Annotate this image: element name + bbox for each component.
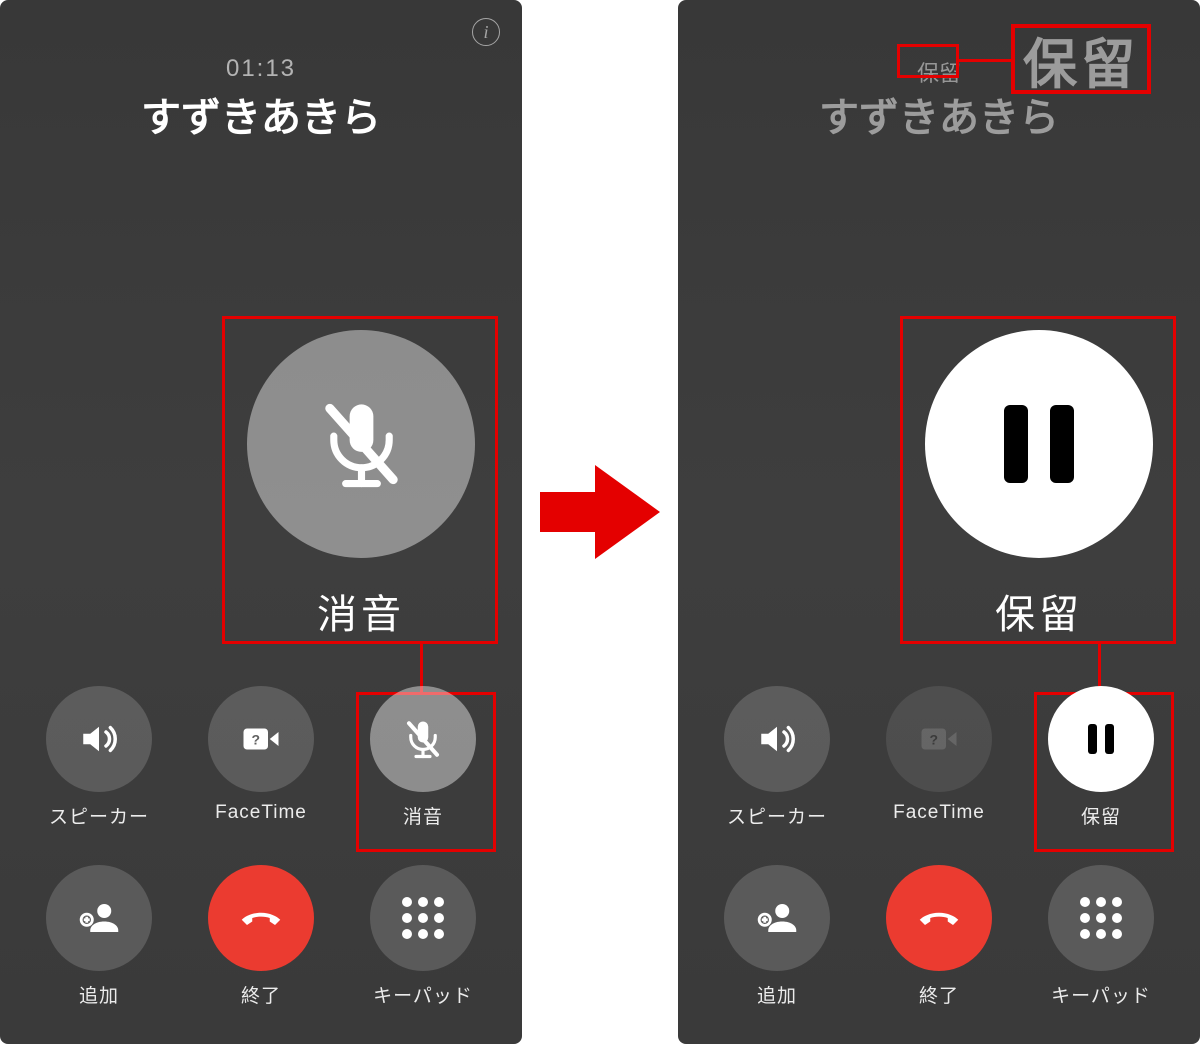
svg-text:?: ? [251,731,260,747]
pause-icon [1004,405,1074,483]
add-label: 追加 [79,981,119,1008]
speaker-label: スピーカー [727,802,827,829]
hold-button[interactable]: 保留 [1036,686,1166,829]
annotation-zoom-label: 保留 [1011,24,1151,94]
speaker-button[interactable]: スピーカー [34,686,164,829]
mute-label: 消音 [403,802,443,829]
keypad-icon [1080,897,1122,939]
end-call-icon [918,897,960,939]
annotation-line-right [1098,644,1101,692]
end-label: 終了 [919,981,959,1008]
add-label: 追加 [757,981,797,1008]
arrow-divider [522,0,678,1044]
facetime-button[interactable]: ? FaceTime [874,686,1004,829]
facetime-icon: ? [240,718,282,760]
add-call-button[interactable]: 追加 [712,865,842,1008]
speaker-button[interactable]: スピーカー [712,686,842,829]
call-button-grid: スピーカー ? FaceTime [0,686,522,1008]
screen-right: 保留 すずきあきら 保留 保留 スピーカー [678,0,1200,1044]
facetime-label: FaceTime [215,802,307,824]
end-label: 終了 [241,981,281,1008]
add-call-button[interactable]: 追加 [34,865,164,1008]
add-person-icon [78,897,120,939]
caller-name: すずきあきら [0,85,522,143]
pause-icon [1088,724,1114,754]
transition-arrow-icon [540,457,660,567]
keypad-label: キーパッド [373,981,473,1008]
keypad-button[interactable]: キーパッド [358,865,488,1008]
facetime-button[interactable]: ? FaceTime [196,686,326,829]
end-call-icon [240,897,282,939]
big-mute-circle[interactable] [247,330,475,558]
speaker-label: スピーカー [49,802,149,829]
big-hold-label: 保留 [995,582,1083,640]
mic-mute-icon [402,718,444,760]
add-person-icon [756,897,798,939]
keypad-button[interactable]: キーパッド [1036,865,1166,1008]
hold-label: 保留 [1081,802,1121,829]
annotation-line-left [420,644,423,692]
call-timer: 01:13 [0,55,522,83]
big-hold-callout: 保留 [902,316,1176,642]
big-hold-circle[interactable] [925,330,1153,558]
end-call-button[interactable]: 終了 [196,865,326,1008]
screen-left: i 01:13 すずきあきら 消音 [0,0,522,1044]
big-mute-label: 消音 [317,582,405,640]
keypad-icon [402,897,444,939]
speaker-icon [78,718,120,760]
speaker-icon [756,718,798,760]
big-mute-callout: 消音 [224,316,498,642]
facetime-label: FaceTime [893,802,985,824]
info-icon[interactable]: i [472,18,500,46]
mute-button[interactable]: 消音 [358,686,488,829]
call-button-grid: スピーカー ? FaceTime 保留 [678,686,1200,1008]
svg-text:?: ? [929,731,938,747]
end-call-button[interactable]: 終了 [874,865,1004,1008]
keypad-label: キーパッド [1051,981,1151,1008]
facetime-icon: ? [918,718,960,760]
mic-mute-icon [314,394,409,494]
